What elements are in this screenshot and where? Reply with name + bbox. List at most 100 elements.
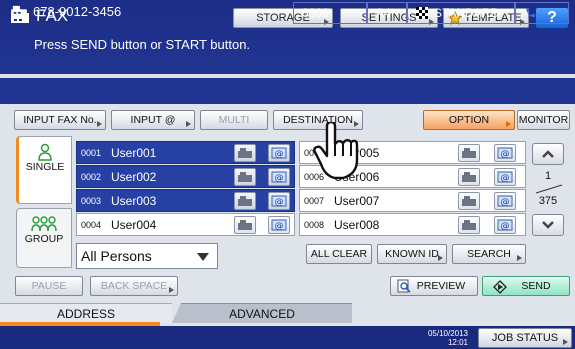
multi-label: MULTI bbox=[218, 114, 250, 126]
fax-dest-button[interactable] bbox=[458, 144, 480, 162]
fax-icon bbox=[238, 220, 252, 230]
address-entry[interactable]: 0004 User004 @ bbox=[76, 213, 295, 236]
fax-icon bbox=[462, 220, 476, 230]
email-dest-button[interactable]: @ bbox=[268, 144, 290, 162]
tab-group[interactable]: GROUP bbox=[16, 208, 72, 268]
tab-single[interactable]: SINGLE bbox=[16, 136, 72, 204]
email-icon: @ bbox=[271, 171, 287, 183]
entry-number: 0001 bbox=[81, 147, 102, 158]
person-icon bbox=[38, 143, 52, 161]
preview-icon bbox=[397, 279, 411, 293]
date-text: 05/10/2013 bbox=[427, 329, 468, 338]
input-fax-number-button[interactable]: INPUT FAX No. bbox=[14, 110, 106, 130]
fax-dest-button[interactable] bbox=[234, 144, 256, 162]
svg-text:@: @ bbox=[501, 174, 510, 184]
fax-dest-button[interactable] bbox=[458, 216, 480, 234]
email-dest-button[interactable]: @ bbox=[494, 216, 516, 234]
fax-icon bbox=[462, 196, 476, 206]
email-icon: @ bbox=[271, 147, 287, 159]
search-label: SEARCH bbox=[467, 248, 511, 260]
email-dest-button[interactable]: @ bbox=[494, 192, 516, 210]
tab-address[interactable]: ADDRESS bbox=[0, 303, 172, 323]
arrow-icon bbox=[438, 255, 443, 261]
email-icon: @ bbox=[271, 219, 287, 231]
address-entry[interactable]: 0007 User007 @ bbox=[299, 189, 526, 212]
known-id-button[interactable]: KNOWN ID bbox=[377, 244, 447, 264]
email-dest-button[interactable]: @ bbox=[268, 216, 290, 234]
entry-number: 0002 bbox=[81, 171, 102, 182]
tab-advanced-label: ADVANCED bbox=[229, 306, 295, 321]
tab-address-label: ADDRESS bbox=[56, 306, 115, 321]
chevron-up-icon bbox=[542, 150, 554, 158]
svg-text:@: @ bbox=[275, 198, 284, 208]
filter-dropdown[interactable]: All Persons bbox=[76, 243, 218, 269]
fax-icon bbox=[11, 5, 27, 18]
address-entry[interactable]: 0001 User001 @ bbox=[76, 141, 295, 164]
preview-button[interactable]: PREVIEW bbox=[390, 276, 478, 296]
job-status-label: JOB STATUS bbox=[491, 332, 559, 344]
paper-size: A4 bbox=[367, 2, 407, 24]
svg-text:@: @ bbox=[275, 174, 284, 184]
address-entry[interactable]: 0002 User002 @ bbox=[76, 165, 295, 188]
entry-name: User001 bbox=[111, 145, 157, 160]
tab-group-label: GROUP bbox=[24, 233, 64, 245]
all-clear-button[interactable]: ALL CLEAR bbox=[306, 244, 372, 264]
fax-dest-button[interactable] bbox=[458, 192, 480, 210]
email-dest-button[interactable]: @ bbox=[268, 168, 290, 186]
fax-dest-button[interactable] bbox=[234, 192, 256, 210]
search-button[interactable]: SEARCH bbox=[452, 244, 526, 264]
input-email-label: INPUT @ bbox=[130, 114, 176, 126]
email-icon: @ bbox=[271, 195, 287, 207]
date-time: 05/10/2013 12:01 bbox=[400, 329, 468, 347]
group-icon bbox=[31, 216, 57, 232]
all-clear-label: ALL CLEAR bbox=[310, 248, 368, 260]
page-divider bbox=[535, 184, 563, 194]
scroll-down-button[interactable] bbox=[532, 214, 564, 236]
entry-name: User004 bbox=[111, 217, 157, 232]
input-email-button[interactable]: INPUT @ bbox=[111, 110, 195, 130]
fax-icon bbox=[462, 172, 476, 182]
hand-pointer-icon bbox=[313, 122, 359, 180]
start-diamond-icon bbox=[493, 280, 507, 294]
email-dest-button[interactable]: @ bbox=[268, 192, 290, 210]
phone-icon bbox=[526, 8, 535, 18]
address-entry[interactable]: 0003 User003 @ bbox=[76, 189, 295, 212]
job-status-button[interactable]: JOB STATUS bbox=[478, 328, 572, 348]
tab-advanced[interactable]: ADVANCED bbox=[172, 303, 352, 323]
dest-count-text: 0006 bbox=[302, 6, 329, 20]
arrow-icon bbox=[169, 287, 174, 293]
caret-down-icon bbox=[197, 253, 209, 261]
email-dest-button[interactable]: @ bbox=[494, 144, 516, 162]
multi-button[interactable]: MULTI bbox=[200, 110, 268, 130]
fax-icon bbox=[462, 148, 476, 158]
address-entry[interactable]: 0008 User008 @ bbox=[299, 213, 526, 236]
fax-dest-button[interactable] bbox=[234, 216, 256, 234]
arrow-icon bbox=[506, 121, 511, 127]
option-button[interactable]: OPTION bbox=[423, 110, 515, 130]
fax-dest-button[interactable] bbox=[458, 168, 480, 186]
line-status bbox=[515, 2, 569, 24]
back-space-button[interactable]: BACK SPACE bbox=[90, 276, 178, 296]
svg-text:@: @ bbox=[275, 150, 284, 160]
arrow-icon bbox=[517, 255, 522, 261]
entry-name: User007 bbox=[334, 193, 380, 208]
resolution-icon bbox=[416, 7, 428, 19]
fax-icon bbox=[238, 172, 252, 182]
tab-single-label: SINGLE bbox=[25, 161, 65, 173]
entry-name: User003 bbox=[111, 193, 157, 208]
email-dest-button[interactable]: @ bbox=[494, 168, 516, 186]
info-bar bbox=[0, 78, 575, 104]
page-total: 375 bbox=[538, 195, 558, 207]
time-text: 12:01 bbox=[447, 338, 468, 347]
svg-text:@: @ bbox=[501, 198, 510, 208]
fax-dest-button[interactable] bbox=[234, 168, 256, 186]
entry-number: 0007 bbox=[304, 195, 325, 206]
pause-button[interactable]: PAUSE bbox=[15, 276, 83, 296]
page-current: 1 bbox=[544, 170, 552, 182]
monitor-button[interactable]: MONITOR bbox=[517, 110, 570, 130]
scroll-up-button[interactable] bbox=[532, 143, 564, 165]
preview-label: PREVIEW bbox=[416, 280, 466, 292]
back-space-label: BACK SPACE bbox=[100, 280, 168, 292]
svg-text:@: @ bbox=[501, 222, 510, 232]
send-button[interactable]: SEND bbox=[482, 276, 570, 296]
